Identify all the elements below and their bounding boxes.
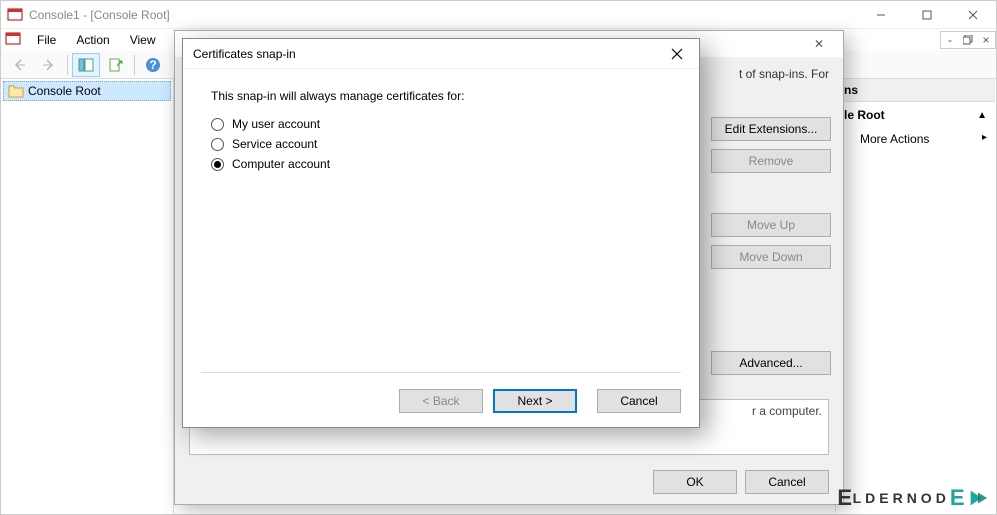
more-actions-label: More Actions (860, 132, 929, 146)
svg-text:?: ? (149, 58, 156, 72)
edit-extensions-button[interactable]: Edit Extensions... (711, 117, 831, 141)
wizard-heading: This snap-in will always manage certific… (211, 89, 671, 103)
mdi-controls: - × (940, 31, 996, 49)
play-icon (967, 487, 989, 509)
radio-label: Service account (232, 137, 317, 151)
move-up-button[interactable]: Move Up (711, 213, 831, 237)
nav-forward-button[interactable] (35, 53, 63, 77)
show-hide-tree-button[interactable] (72, 53, 100, 77)
addremove-footer: OK Cancel (653, 470, 829, 494)
close-button[interactable] (950, 1, 996, 29)
wizard-close-button[interactable] (665, 42, 689, 66)
minimize-button[interactable] (858, 1, 904, 29)
radio-label: Computer account (232, 157, 330, 171)
folder-icon (8, 84, 24, 98)
wizard-footer: < Back Next > Cancel (399, 389, 681, 413)
addremove-close-button[interactable]: ✕ (803, 37, 835, 51)
mdi-minimize[interactable]: - (941, 32, 959, 48)
cancel-button[interactable]: Cancel (745, 470, 829, 494)
radio-icon (211, 138, 224, 151)
tree-root-node[interactable]: Console Root (3, 81, 171, 101)
actions-section[interactable]: le Root ▲ (836, 102, 995, 128)
watermark-logo: E LDERNOD E (837, 485, 989, 511)
wizard-title-text: Certificates snap-in (193, 47, 665, 61)
close-icon (671, 48, 683, 60)
tree-pane: Console Root (1, 79, 174, 514)
radio-icon (211, 158, 224, 171)
text-fragment: t of snap-ins. For (739, 67, 829, 81)
window-controls (858, 1, 996, 29)
radio-my-user-account[interactable]: My user account (211, 117, 671, 131)
mmc-titlebar: Console1 - [Console Root] (1, 1, 996, 29)
menu-view[interactable]: View (120, 31, 166, 49)
mmc-doc-icon (5, 31, 21, 47)
nav-back-button[interactable] (5, 53, 33, 77)
next-button[interactable]: Next > (493, 389, 577, 413)
back-button[interactable]: < Back (399, 389, 483, 413)
description-text: r a computer. (752, 404, 822, 418)
actions-section-label: le Root (844, 108, 885, 122)
window-title: Console1 - [Console Root] (29, 8, 858, 22)
radio-label: My user account (232, 117, 320, 131)
chevron-right-icon: ▸ (982, 132, 987, 143)
wizard-body: This snap-in will always manage certific… (183, 69, 699, 197)
tree-root-label: Console Root (28, 84, 101, 98)
watermark-text: LDERNOD (853, 490, 950, 506)
radio-icon (211, 118, 224, 131)
mdi-restore[interactable] (959, 32, 977, 48)
maximize-button[interactable] (904, 1, 950, 29)
certificates-snapin-wizard: Certificates snap-in This snap-in will a… (182, 38, 700, 428)
more-actions-item[interactable]: More Actions ▸ (836, 128, 995, 150)
move-down-button[interactable]: Move Down (711, 245, 831, 269)
side-buttons: Edit Extensions... Remove Move Up Move D… (711, 117, 831, 269)
wizard-cancel-button[interactable]: Cancel (597, 389, 681, 413)
help-button[interactable]: ? (139, 53, 167, 77)
wizard-titlebar: Certificates snap-in (183, 39, 699, 69)
watermark-text: E (837, 485, 852, 511)
radio-service-account[interactable]: Service account (211, 137, 671, 151)
toolbar-separator (134, 55, 135, 75)
actions-pane: ns le Root ▲ More Actions ▸ (835, 79, 995, 513)
radio-computer-account[interactable]: Computer account (211, 157, 671, 171)
advanced-button[interactable]: Advanced... (711, 351, 831, 375)
mdi-close[interactable]: × (977, 32, 995, 48)
menu-file[interactable]: File (27, 31, 66, 49)
export-list-button[interactable] (102, 53, 130, 77)
ok-button[interactable]: OK (653, 470, 737, 494)
mmc-app-icon (7, 7, 23, 23)
actions-header: ns (836, 79, 995, 102)
collapse-icon: ▲ (977, 110, 987, 121)
menu-action[interactable]: Action (66, 31, 119, 49)
watermark-text: E (950, 485, 965, 511)
toolbar-separator (67, 55, 68, 75)
remove-button[interactable]: Remove (711, 149, 831, 173)
wizard-separator (201, 372, 681, 373)
radio-dot-icon (214, 161, 221, 168)
